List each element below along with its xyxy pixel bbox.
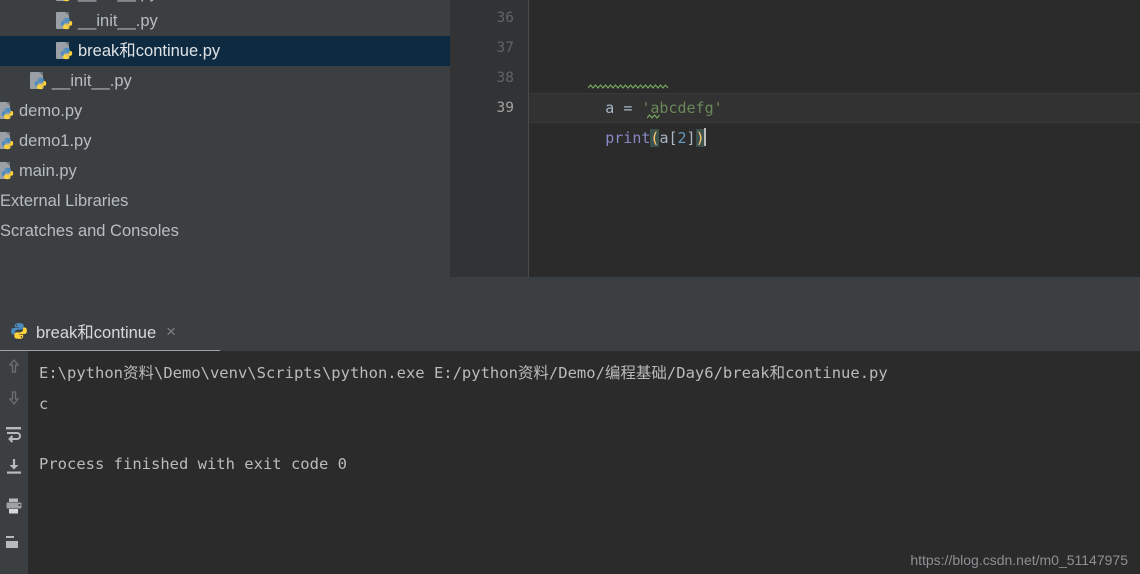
print-icon[interactable] [0,491,28,521]
token-function-print: print [605,129,651,147]
token-open-bracket: [ [668,129,678,147]
python-file-icon [56,0,73,3]
code-line-39[interactable]: print(a[2]) [533,93,1140,147]
tree-item-scratches-and-consoles[interactable]: Scratches and Consoles [0,216,450,246]
editor-gutter[interactable]: 36 37 38 39 [450,0,529,277]
python-logo-icon [60,47,73,59]
python-file-icon [56,41,73,61]
paren-match-squiggle-icon [647,114,660,119]
python-file-icon [0,101,14,121]
run-tool-window: break和continue × E:\python资料\Demo\venv\S… [0,303,1140,574]
line-number: 37 [496,40,514,56]
line-number: 36 [496,10,514,26]
code-editor[interactable]: 36 37 38 39 a = 'abcdefg' print(a[2]) [450,0,1140,277]
tree-item-demo-py[interactable]: demo.py [0,96,450,126]
python-logo-icon [34,77,47,89]
warning-squiggle-icon [588,84,669,89]
tree-item-label: demo1.py [19,131,92,150]
tree-item-label: Scratches and Consoles [0,221,179,240]
scroll-up-icon[interactable] [0,351,28,381]
token-close-bracket: ] [686,129,696,147]
python-logo-icon [1,107,14,119]
scroll-to-end-icon[interactable] [0,451,28,481]
python-run-icon [11,323,27,339]
tree-item-break-and-continue[interactable]: break和continue.py [0,36,450,66]
line-number: 38 [496,70,514,86]
tree-item-label: __init__.py [52,71,132,90]
python-logo-icon [1,137,14,149]
tree-item-init-1[interactable]: __init__.py [0,6,450,36]
token-index-number: 2 [677,129,687,147]
run-tab-label: break和continue [36,324,157,342]
python-file-icon [0,131,14,151]
line-number-current: 39 [496,100,514,116]
python-file-icon [0,161,14,181]
tree-item-label: __init__.py [78,11,158,30]
python-logo-icon [1,167,14,179]
python-logo-icon [63,0,70,1]
tree-item-init-2[interactable]: __init__.py [0,66,450,96]
console-exit-message: Process finished with exit code 0 [39,455,347,473]
console-command-line: E:\python资料\Demo\venv\Scripts\python.exe… [39,364,888,382]
tree-item-label: demo.py [19,101,83,120]
python-logo-icon [60,17,73,29]
watermark-text: https://blog.csdn.net/m0_51147975 [910,552,1128,568]
editor-bottom-strip [450,277,1140,303]
pycharm-window: __init__.py __init__.py break和continue.p [0,0,1140,574]
tree-item-label: External Libraries [0,191,129,210]
scroll-down-icon[interactable] [0,383,28,413]
close-icon[interactable]: × [166,323,176,340]
soft-wrap-icon[interactable] [0,419,28,449]
clear-all-icon[interactable] [0,527,28,557]
code-content[interactable]: a = 'abcdefg' print(a[2]) [533,0,1140,277]
python-file-icon [30,71,47,91]
project-files-tree[interactable]: __init__.py __init__.py break和continue.p [0,0,450,303]
tree-item-main-py[interactable]: main.py [0,156,450,186]
tree-item-label: __init__.py [78,0,158,1]
text-caret [703,128,706,146]
run-tab-bar: break和continue × [0,309,1140,353]
console-program-output: c [39,395,49,413]
console-output[interactable]: E:\python资料\Demo\venv\Scripts\python.exe… [28,351,1140,574]
python-file-icon [56,11,73,31]
run-tab-break-and-continue[interactable]: break和continue × [0,309,220,353]
tree-item-demo1-py[interactable]: demo1.py [0,126,450,156]
tree-item-external-libraries[interactable]: External Libraries [0,186,450,216]
tree-item-label: main.py [19,161,77,180]
console-toolbar[interactable] [0,351,28,574]
tree-item-label: break和continue.py [78,41,221,60]
